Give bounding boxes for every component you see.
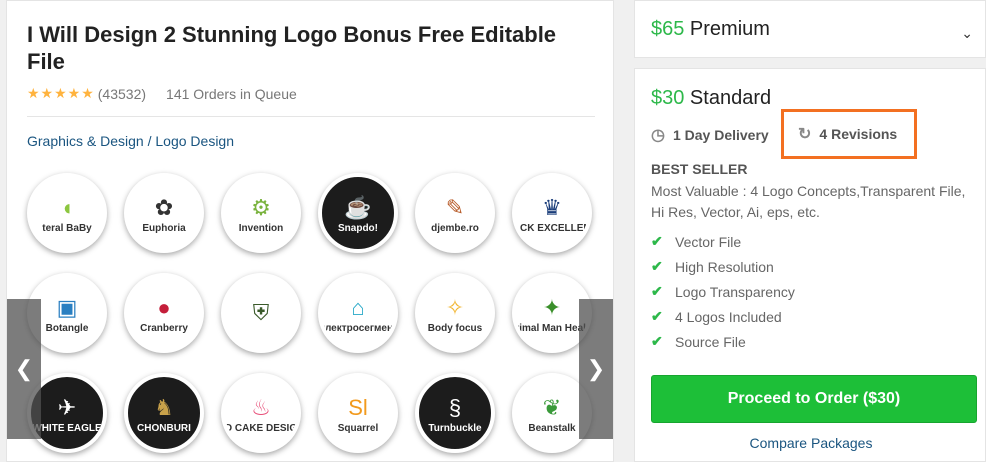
- logo-name: BLACK EXCELLENCE: [512, 222, 591, 234]
- logo-mark-icon: ●: [157, 294, 171, 320]
- revisions-label: 4 Revisions: [819, 126, 898, 142]
- feature-label: Source File: [675, 333, 746, 350]
- logo-thumbnail[interactable]: ◖ teral BaBy: [27, 173, 107, 253]
- feature-label: Vector File: [675, 233, 742, 250]
- premium-price: $65 Premium: [651, 18, 770, 41]
- logo-name: WHITE EAGLE: [32, 422, 102, 434]
- proceed-to-order-button[interactable]: Proceed to Order ($30): [651, 375, 977, 423]
- logo-mark-icon: ⚙: [251, 194, 271, 220]
- logo-mark-icon: ▣: [56, 294, 78, 320]
- logo-name: AD CAKE DESIGN: [221, 422, 301, 434]
- chevron-left-icon: ❮: [14, 356, 34, 381]
- logo-thumbnail[interactable]: ☕ Snapdo!: [318, 173, 398, 253]
- logo-name: Body focus: [427, 322, 483, 334]
- check-icon: ✔: [651, 333, 663, 349]
- check-icon: ✔: [651, 233, 663, 249]
- refresh-icon: ↻: [798, 126, 812, 143]
- check-icon: ✔: [651, 258, 663, 274]
- logo-mark-icon: ◖: [60, 194, 74, 220]
- logo-name: Turnbuckle: [428, 422, 482, 434]
- gallery-next-button[interactable]: ❯: [579, 299, 613, 439]
- compare-packages-link[interactable]: Compare Packages: [635, 435, 986, 451]
- rating-row: ★★★★★ (43532) 141 Orders in Queue: [27, 85, 297, 102]
- feature-item: ✔ Source File: [651, 329, 795, 354]
- review-count[interactable]: (43532): [98, 86, 146, 102]
- logo-thumbnail[interactable]: ♞ CHONBURI: [124, 373, 204, 453]
- standard-price: $30 Standard: [651, 87, 771, 110]
- logo-mark-icon: ✎: [445, 194, 465, 220]
- logo-mark-icon: ☕: [344, 194, 372, 220]
- logo-thumbnail[interactable]: ⚙ Invention: [221, 173, 301, 253]
- logo-mark-icon: ✈: [57, 394, 77, 420]
- logo-thumbnail[interactable]: ✿ Euphoria: [124, 173, 204, 253]
- feature-item: ✔ Vector File: [651, 229, 795, 254]
- logo-thumbnail[interactable]: ✧ Body focus: [415, 273, 495, 353]
- logo-thumbnail[interactable]: ⛨: [221, 273, 301, 353]
- logo-thumbnail[interactable]: Sl Squarrel: [318, 373, 398, 453]
- logo-thumbnail[interactable]: ● Cranberry: [124, 273, 204, 353]
- package-description: Most Valuable : 4 Logo Concepts,Transpar…: [651, 183, 966, 220]
- logo-mark-icon: ✧: [445, 294, 465, 320]
- logo-name: CHONBURI: [137, 422, 191, 434]
- gallery-prev-button[interactable]: ❮: [7, 299, 41, 439]
- check-icon: ✔: [651, 283, 663, 299]
- logo-name: Squarrel: [337, 422, 379, 434]
- feature-list: ✔ Vector File ✔ High Resolution ✔ Logo Transp…: [651, 229, 795, 354]
- logo-thumbnail[interactable]: § Turnbuckle: [415, 373, 495, 453]
- feature-item: ✔ High Resolution: [651, 254, 795, 279]
- logo-name: Cranberry: [140, 322, 188, 334]
- logo-name: djembe.ro: [431, 222, 479, 234]
- feature-label: Logo Transparency: [675, 283, 795, 300]
- logo-thumbnail[interactable]: ⌂ Электросегмент: [318, 273, 398, 353]
- logo-name: Invention: [238, 222, 284, 234]
- logo-mark-icon: ♨: [251, 394, 271, 420]
- breadcrumb-link[interactable]: Graphics & Design / Logo Design: [27, 133, 234, 149]
- logo-mark-icon: ♛: [542, 194, 562, 220]
- revisions-highlight: ↻ 4 Revisions: [781, 109, 917, 159]
- logo-thumbnail[interactable]: ♛ BLACK EXCELLENCE: [512, 173, 592, 253]
- package-premium[interactable]: $65 Premium ⌄: [634, 0, 986, 58]
- divider: [27, 116, 595, 117]
- gig-title: I Will Design 2 Stunning Logo Bonus Free…: [27, 22, 557, 74]
- feature-item: ✔ Logo Transparency: [651, 279, 795, 304]
- feature-label: High Resolution: [675, 258, 774, 275]
- logo-mark-icon: ✦: [542, 294, 562, 320]
- standard-label: Standard: [684, 87, 772, 109]
- logo-name: Электросегмент: [318, 322, 398, 334]
- standard-amount: $30: [651, 87, 685, 109]
- chevron-right-icon: ❯: [586, 356, 606, 381]
- package-standard: $30 Standard ◷ 1 Day Delivery ↻ 4 Revisi…: [634, 68, 986, 462]
- logo-mark-icon: ♞: [154, 394, 174, 420]
- logo-thumbnail[interactable]: ✎ djembe.ro: [415, 173, 495, 253]
- logo-mark-icon: ⛨: [252, 300, 270, 325]
- logo-mark-icon: ✿: [154, 194, 174, 220]
- feature-item: ✔ 4 Logos Included: [651, 304, 795, 329]
- star-rating-icon: ★★★★★: [27, 85, 95, 101]
- best-seller-badge: BEST SELLER: [651, 161, 748, 177]
- clock-icon: ◷: [651, 127, 665, 144]
- premium-label: Premium: [684, 18, 770, 40]
- premium-amount: $65: [651, 18, 685, 40]
- chevron-down-icon[interactable]: ⌄: [961, 25, 973, 42]
- logo-mark-icon: ❦: [542, 394, 562, 420]
- delivery-time: ◷ 1 Day Delivery: [651, 125, 769, 145]
- logo-name: Euphoria: [142, 222, 186, 234]
- breadcrumb[interactable]: Graphics & Design / Logo Design: [27, 133, 234, 149]
- logo-mark-icon: §: [448, 394, 462, 420]
- logo-name: teral BaBy: [42, 222, 92, 234]
- logo-mark-icon: Sl: [348, 394, 368, 420]
- logo-name: Botangle: [45, 322, 89, 334]
- logo-mark-icon: ⌂: [351, 294, 365, 320]
- delivery-label: 1 Day Delivery: [672, 127, 769, 143]
- feature-label: 4 Logos Included: [675, 308, 782, 325]
- logo-name: Snapdo!: [338, 222, 378, 234]
- logo-thumbnail[interactable]: ♨ AD CAKE DESIGN: [221, 373, 301, 453]
- gig-gallery-panel: I Will Design 2 Stunning Logo Bonus Free…: [6, 0, 614, 462]
- check-icon: ✔: [651, 308, 663, 324]
- logo-name: Beanstalk: [528, 422, 576, 434]
- orders-in-queue: 141 Orders in Queue: [166, 85, 297, 102]
